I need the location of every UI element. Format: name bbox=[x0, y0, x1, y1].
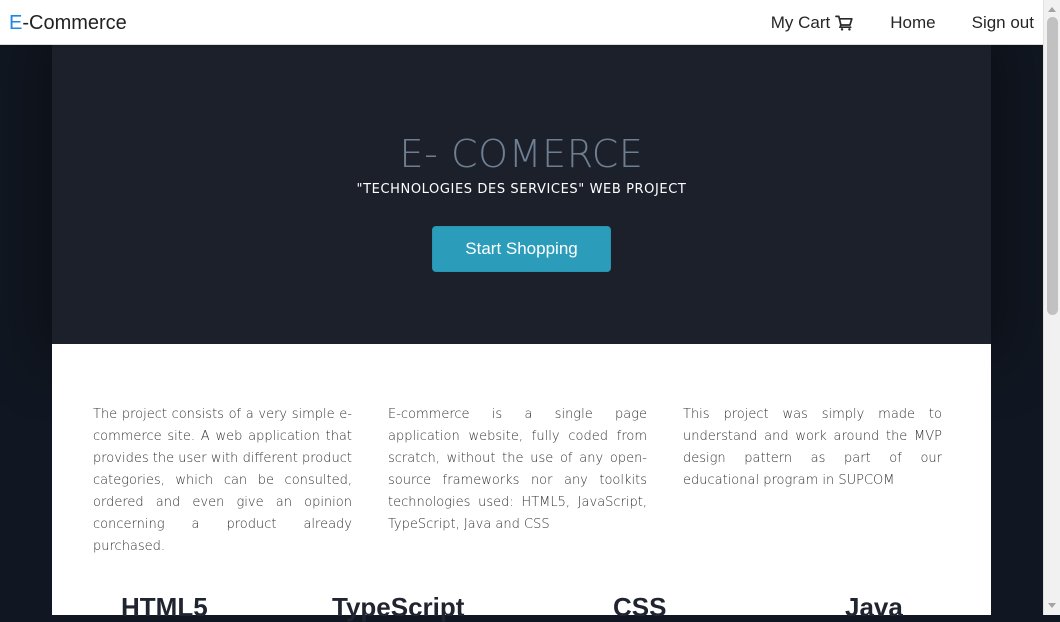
tech-typescript-heading: TypeScript bbox=[332, 592, 465, 622]
nav-home-link[interactable]: Home bbox=[890, 12, 935, 34]
hero-subtitle: "TECHNOLOGIES DES SERVICES" WEB PROJECT bbox=[356, 182, 687, 197]
navigation-links: My Cart Home Sign out bbox=[735, 12, 1034, 34]
tech-html5-heading: HTML5 bbox=[121, 592, 208, 622]
brand-prefix: E bbox=[9, 12, 23, 34]
scroll-up-arrow-icon[interactable] bbox=[1048, 7, 1056, 12]
scroll-down-arrow-icon[interactable] bbox=[1048, 603, 1056, 608]
vertical-scrollbar[interactable] bbox=[1043, 0, 1060, 615]
hero-title: E- COMERCE bbox=[399, 132, 644, 177]
nav-my-cart-label: My Cart bbox=[770, 13, 831, 32]
top-navbar: E-Commerce My Cart Home Sign out bbox=[0, 0, 1043, 45]
shopping-cart-icon bbox=[835, 15, 853, 31]
project-info-section: The project consists of a very simple e-… bbox=[52, 344, 991, 622]
technologies-description-column: E-commerce is a single page application … bbox=[388, 407, 647, 532]
mvp-description-column: This project was simply made to understa… bbox=[683, 407, 942, 488]
hero-section: E- COMERCE "TECHNOLOGIES DES SERVICES" W… bbox=[52, 45, 991, 344]
start-shopping-button[interactable]: Start Shopping bbox=[432, 226, 611, 272]
nav-sign-out-link[interactable]: Sign out bbox=[972, 12, 1034, 34]
brand-logo[interactable]: E-Commerce bbox=[9, 11, 127, 35]
project-description-column: The project consists of a very simple e-… bbox=[93, 407, 352, 554]
brand-name: -Commerce bbox=[22, 12, 127, 34]
tech-css-heading: CSS bbox=[613, 592, 667, 622]
tech-java-heading: Java bbox=[845, 592, 903, 622]
scrollbar-thumb[interactable] bbox=[1047, 17, 1058, 315]
nav-my-cart-link[interactable]: My Cart bbox=[771, 12, 855, 34]
